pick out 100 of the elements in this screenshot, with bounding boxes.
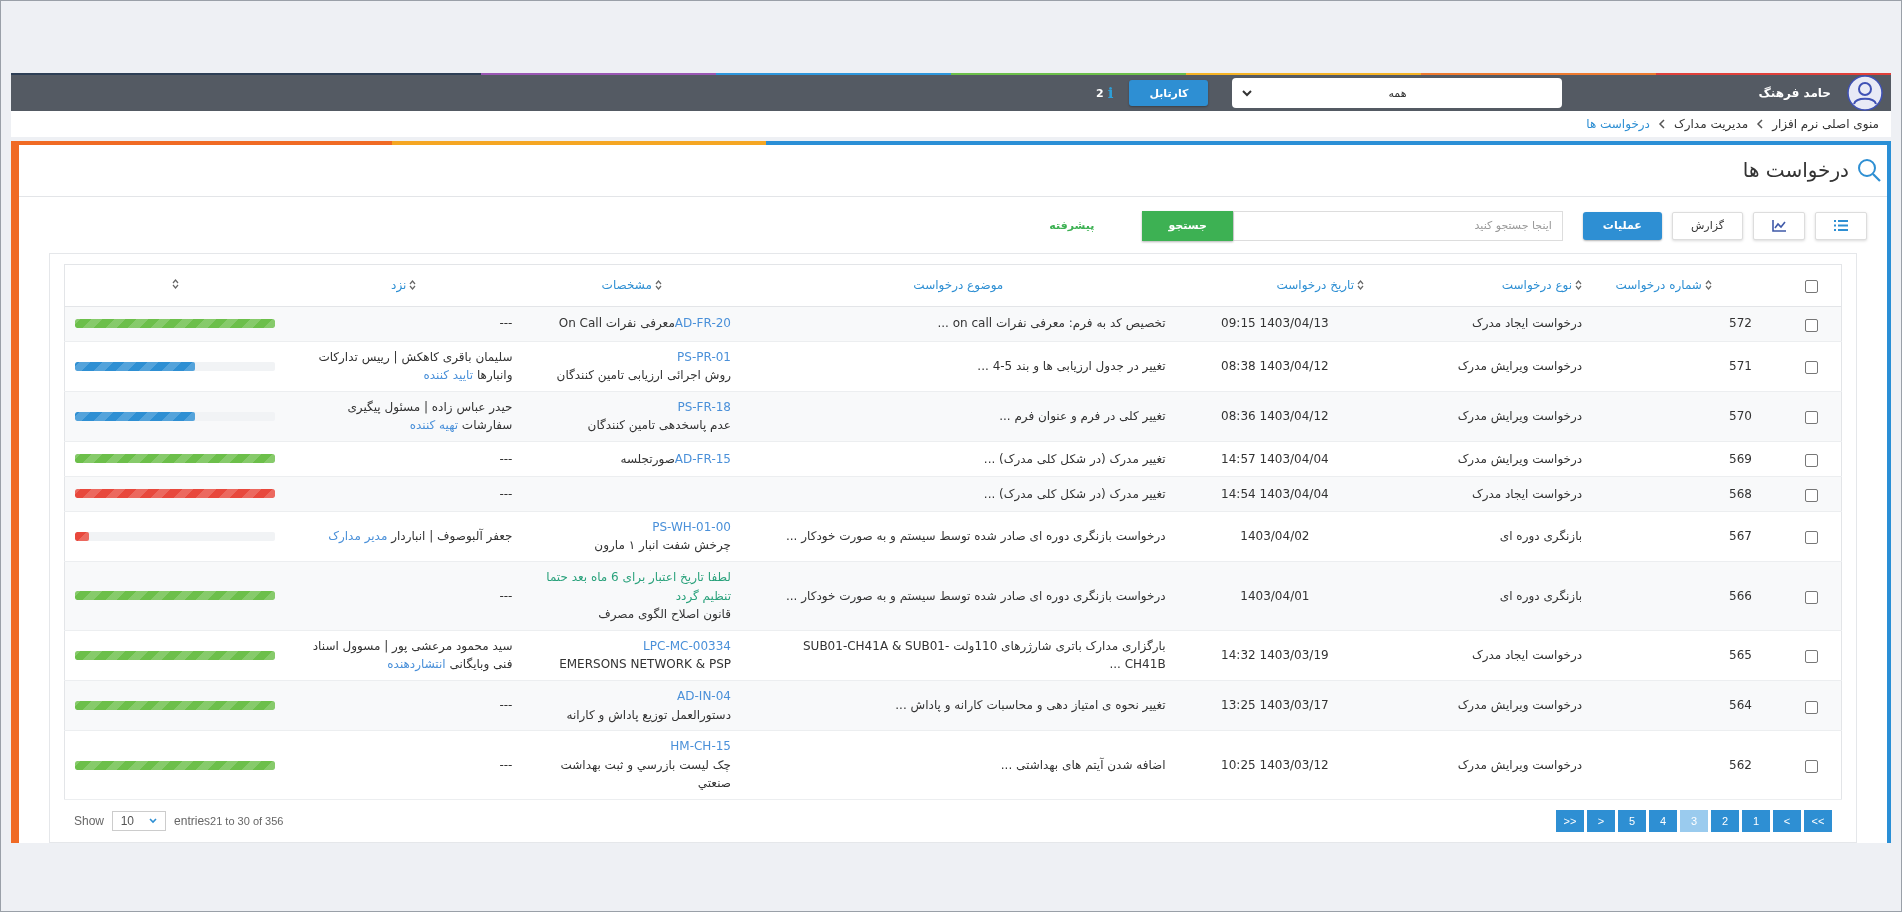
table-cell: تخصیص کد به فرم: معرفی نفرات on call ... [937, 316, 1166, 331]
table-cell: 572 [1729, 316, 1752, 331]
table-cell: درخواست بازنگری دوره ای صادر شده توسط سیستم و به صورت خودکار ... [786, 529, 1166, 544]
table-cell: --- [499, 316, 513, 331]
breadcrumb-item[interactable]: مدیریت مدارک [1673, 116, 1749, 131]
page-button[interactable]: 1 [1742, 810, 1770, 832]
role-link[interactable]: مدیر مدارک [328, 529, 388, 544]
checkbox[interactable] [1804, 280, 1818, 293]
table-cell: 571 [1729, 358, 1752, 373]
show-label: Show [74, 814, 105, 828]
table-cell: درخواست ویرایش مدرک [1457, 409, 1583, 423]
view-button[interactable] [1815, 211, 1867, 240]
table-cell: 1403/03/12 10:25 [1221, 757, 1329, 772]
user-name: حامد فرهنگ [1758, 86, 1831, 101]
document-code-link[interactable]: AD-FR-15 [674, 451, 731, 466]
role-link[interactable]: تایید کننده [423, 368, 474, 383]
checkbox[interactable] [1804, 488, 1818, 502]
table-cell: --- [499, 451, 513, 466]
page-title: درخواست ها [1742, 158, 1849, 182]
page-button[interactable]: > [1773, 810, 1801, 832]
checkbox[interactable] [1804, 318, 1818, 332]
checkbox[interactable] [1804, 590, 1818, 604]
page-size-select[interactable]: 10 [112, 811, 167, 831]
checkbox[interactable] [1804, 700, 1818, 714]
page-button[interactable]: 4 [1649, 810, 1677, 832]
holder-text: سلیمان باقری کاهکش | رییس تدارکات وانبارها تایید کننده [318, 349, 513, 383]
column-header[interactable]: تاریخ درخواست [1276, 277, 1365, 292]
sort-icon [171, 279, 179, 289]
document-title: چک ليست بازرسي و ثبت بهداشت صنعتي [559, 756, 731, 793]
table-cell: --- [499, 588, 513, 603]
document-code-link[interactable]: PS-WH-01-00 [532, 517, 731, 537]
chevron-icon [1657, 118, 1666, 129]
holder-text: سید محمود مرعشی پور | مسوول اسناد فنی وبایگانی انتشاردهنده [312, 638, 513, 672]
table-cell: بازنگری دوره ای [1499, 588, 1583, 603]
sort-icon [1357, 279, 1365, 290]
column-header[interactable]: مشخصات [601, 277, 662, 292]
table-cell: 1403/03/17 13:25 [1221, 698, 1329, 713]
checkbox[interactable] [1804, 411, 1818, 425]
page-button[interactable]: 5 [1618, 810, 1646, 832]
view-button[interactable] [1753, 211, 1805, 240]
breadcrumb-item[interactable]: درخواست ها [1586, 116, 1650, 131]
table-cell: تغییر مدرک (در شکل کلی مدرک) ... [983, 451, 1166, 466]
table-cell: تغییر کلی در فرم و عنوان فرم ... [999, 409, 1166, 423]
column-header[interactable]: نزد [391, 277, 417, 292]
range-text: 21 to 30 of 356 [210, 815, 284, 827]
table-cell: 1403/04/04 14:57 [1221, 451, 1329, 466]
role-link[interactable]: انتشاردهنده [387, 657, 446, 672]
column-header[interactable]: شماره درخواست [1615, 277, 1712, 292]
page-button[interactable]: 2 [1711, 810, 1739, 832]
checkbox[interactable] [1804, 531, 1818, 545]
search-icon [1857, 158, 1881, 182]
role-link[interactable]: تهیه کننده [409, 418, 458, 433]
search-button[interactable]: جستجو [1142, 210, 1233, 241]
page-button[interactable]: >> [1804, 810, 1832, 832]
page-button[interactable]: << [1556, 810, 1584, 832]
report-button[interactable]: گزارش [1671, 211, 1743, 240]
document-code-link[interactable]: LPC-MC-00334 [532, 636, 731, 656]
document-code-link[interactable]: PS-PR-01 [532, 347, 731, 367]
column-header[interactable]: موضوع درخواست [913, 278, 1004, 292]
table-cell: 1403/04/04 14:54 [1221, 486, 1329, 501]
table-cell: 1403/04/12 08:36 [1221, 409, 1329, 423]
table-cell: 569 [1729, 451, 1752, 466]
checkbox[interactable] [1804, 361, 1818, 375]
table-cell: درخواست بازنگری دوره ای صادر شده توسط سیستم و به صورت خودکار ... [786, 588, 1166, 603]
checkbox[interactable] [1804, 760, 1818, 774]
breadcrumb-item[interactable]: منوی اصلی نرم افزار [1772, 116, 1879, 131]
document-code-link[interactable]: PS-FR-18 [532, 397, 731, 417]
line-chart-icon [1772, 219, 1786, 232]
table-cell: بارگزاری مدارک باتری شارژرهای 110ولت SUB01-CH41A & SUB01-CH41B ... [803, 638, 1166, 672]
checkbox[interactable] [1804, 453, 1818, 467]
column-header[interactable]: نوع درخواست [1501, 277, 1583, 292]
document-title: EMERSONS NETWORK & PSP [558, 656, 731, 674]
table-cell: درخواست ایجاد مدرک [1471, 486, 1583, 501]
page-button[interactable]: < [1587, 810, 1615, 832]
document-code-link[interactable]: AD-IN-04 [532, 687, 731, 706]
search-field[interactable]: اینجا جستجو کنید [1232, 210, 1563, 241]
document-code-link[interactable]: HM-CH-15 [532, 737, 731, 756]
avatar-icon[interactable] [1847, 75, 1883, 112]
sort-icon [1704, 279, 1712, 290]
table-cell: 1403/04/12 08:38 [1221, 358, 1329, 373]
chevron-down-icon [149, 818, 158, 824]
table-cell: 562 [1729, 757, 1752, 772]
cartable-button[interactable]: کارتابل [1129, 80, 1209, 107]
table-cell: 570 [1729, 409, 1752, 423]
filter-select[interactable]: همه [1232, 78, 1563, 109]
table-cell: درخواست ایجاد مدرک [1471, 316, 1583, 331]
checkbox[interactable] [1804, 650, 1818, 664]
table-cell: 1403/04/01 [1240, 588, 1310, 603]
table-cell: درخواست ویرایش مدرک [1457, 358, 1583, 373]
info-glyph[interactable]: i [1107, 84, 1114, 103]
table-cell: --- [499, 698, 513, 713]
holder-text: جعفر آلبوصوف | انباردار مدیر مدارک [328, 529, 513, 544]
table-cell: درخواست ویرایش مدرک [1457, 757, 1583, 772]
operations-button[interactable]: عملیات [1582, 211, 1662, 240]
advanced-search-link[interactable]: پیشرفته [1049, 219, 1095, 232]
table-cell: تغییر در جدول ارزیابی ها و بند 5-4 ... [977, 358, 1166, 373]
document-code-link[interactable]: AD-FR-20 [674, 316, 731, 331]
table-cell: 565 [1729, 648, 1752, 663]
table-cell: درخواست ویرایش مدرک [1457, 451, 1583, 466]
entries-label: entries [174, 814, 211, 828]
